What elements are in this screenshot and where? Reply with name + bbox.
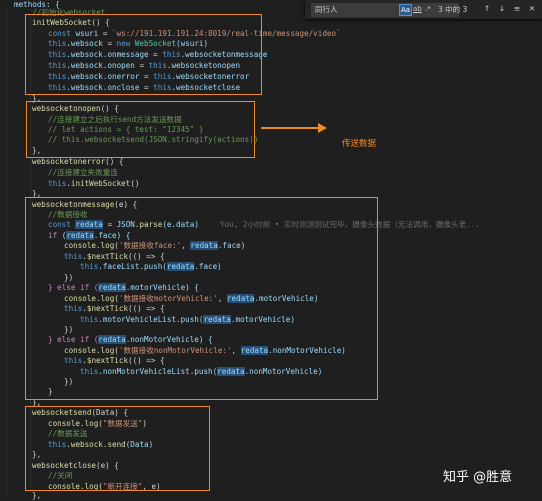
- callout-label: 传送数据: [342, 139, 377, 149]
- close-icon[interactable]: ✕: [526, 3, 538, 15]
- find-input[interactable]: 同行人: [311, 3, 459, 17]
- callout-arrow: [261, 127, 319, 129]
- callout-arrow-head: [318, 123, 327, 133]
- highlight-box-onmessage: [25, 197, 378, 400]
- indent-guide: [6, 8, 7, 496]
- next-match-icon[interactable]: ↓: [496, 3, 508, 15]
- code-line: websocketonerror() {: [32, 157, 124, 166]
- highlight-box-send-close: [25, 406, 210, 491]
- code-line: //连接建立失败重连: [48, 168, 118, 177]
- match-count: 3 中的 3: [438, 5, 468, 14]
- highlight-box-onopen: [26, 101, 255, 158]
- regex-toggle[interactable]: .*: [425, 4, 431, 14]
- previous-match-icon[interactable]: ↑: [481, 3, 493, 15]
- find-widget: 同行人 Aa ab .* 3 中的 3 ↑ ↓ ≡ ✕: [305, 0, 542, 19]
- whole-word-toggle[interactable]: ab: [413, 4, 422, 14]
- find-in-selection-icon[interactable]: ≡: [511, 3, 523, 15]
- code-line: this.initWebSocket(): [48, 179, 140, 188]
- highlight-box-init: [25, 14, 262, 95]
- match-case-toggle[interactable]: Aa: [399, 4, 413, 16]
- watermark: 知乎 @胜意: [443, 470, 513, 485]
